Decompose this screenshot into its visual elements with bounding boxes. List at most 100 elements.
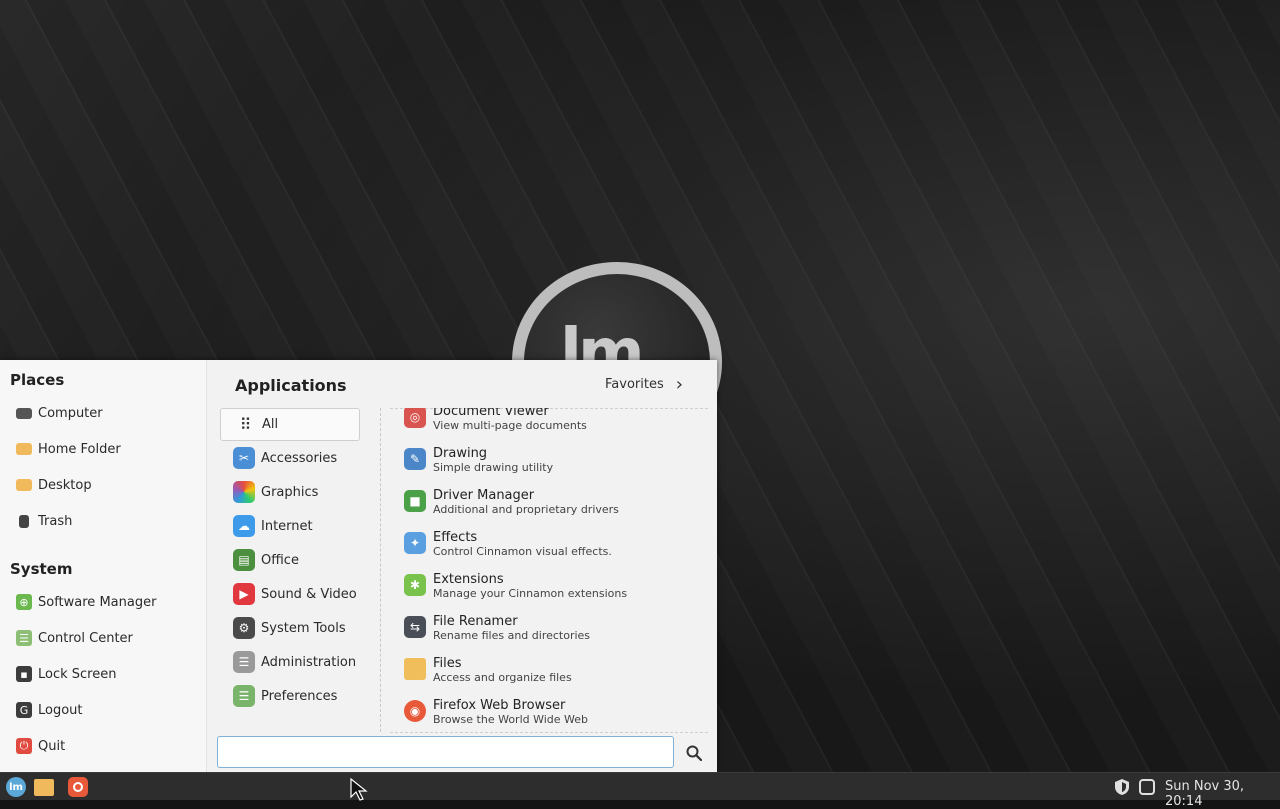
chevron-right-icon: › [675,373,683,395]
home-folder-icon [16,443,32,455]
app-name: Effects [433,530,478,545]
category-office[interactable]: ▤ Office [220,544,360,576]
category-label: Office [261,552,299,568]
places-item-computer[interactable]: Computer [16,401,103,425]
software-manager-icon: ⊕ [16,594,32,610]
desktop-folder-icon [16,479,32,491]
system-item-label: Lock Screen [38,666,117,682]
category-label: Accessories [261,450,338,466]
divider [380,408,382,732]
favorites-label: Favorites [605,377,664,392]
menu-sidebar: Places Computer Home Folder Desktop Tras… [0,360,207,772]
places-item-label: Desktop [38,477,92,493]
document-viewer-icon: ◎ [404,408,426,428]
preferences-icon: ☰ [233,685,255,707]
category-all[interactable]: ⠿ All [220,408,360,441]
app-description: Manage your Cinnamon extensions [433,587,628,600]
system-item-label: Control Center [38,630,133,646]
app-driver-manager[interactable]: ■ Driver Manager Additional and proprieta… [404,488,704,528]
category-label: Sound & Video [261,586,357,602]
category-graphics[interactable]: Graphics [220,476,360,508]
trash-icon [19,514,29,528]
category-accessories[interactable]: ✂ Accessories [220,442,360,474]
app-drawing[interactable]: ✎ Drawing Simple drawing utility [404,446,704,486]
app-firefox[interactable]: ◉ Firefox Web Browser Browse the World Wi… [404,698,704,732]
mint-menu-icon: lm [6,777,26,797]
firefox-icon: ◉ [404,700,426,722]
places-item-label: Computer [38,405,103,421]
app-name: Firefox Web Browser [433,698,566,713]
category-internet[interactable]: ☁ Internet [220,510,360,542]
firefox-icon [68,777,88,797]
divider [390,732,708,733]
category-label: Internet [261,518,313,534]
system-item-quit[interactable]: ⏻ Quit [16,734,65,758]
file-renamer-icon: ⇆ [404,616,426,638]
system-item-logout[interactable]: G Logout [16,698,83,722]
category-sound-video[interactable]: ▶ Sound & Video [220,578,360,610]
category-administration[interactable]: ☰ Administration [220,646,360,678]
firefox-launcher[interactable] [67,776,89,798]
mouse-cursor-icon [350,778,368,801]
places-item-home-folder[interactable]: Home Folder [16,437,121,461]
shield-icon[interactable] [1113,778,1131,796]
driver-manager-icon: ■ [404,490,426,512]
search-icon [686,745,702,761]
app-name: Extensions [433,572,504,587]
grid-icon: ⠿ [239,415,252,434]
app-description: Browse the World Wide Web [433,713,589,726]
category-label: Preferences [261,688,338,704]
category-label: All [262,417,279,432]
administration-icon: ☰ [233,651,255,673]
folder-icon [34,778,54,796]
system-title: System [10,560,73,578]
app-description: Access and organize files [433,671,572,684]
power-icon: ⏻ [16,738,32,754]
menu-button[interactable]: lm [5,776,27,798]
places-item-label: Home Folder [38,441,121,457]
drawing-icon: ✎ [404,448,426,470]
system-item-software-manager[interactable]: ⊕ Software Manager [16,590,156,614]
graphics-icon [233,481,255,503]
cloud-icon: ☁ [233,515,255,537]
notifications-icon[interactable] [1138,778,1156,796]
app-files[interactable]: Files Access and organize files [404,656,704,696]
places-item-trash[interactable]: Trash [16,509,72,533]
files-launcher[interactable] [33,776,55,798]
clock[interactable]: Sun Nov 30, 20:14 [1165,779,1280,809]
computer-icon [16,407,32,419]
applications-title: Applications [235,376,347,395]
category-system-tools[interactable]: ⚙ System Tools [220,612,360,644]
app-document-viewer[interactable]: ◎ Document Viewer View multi-page documen… [404,408,704,444]
app-description: View multi-page documents [433,419,587,432]
favorites-button[interactable]: Favorites › [605,373,683,395]
app-file-renamer[interactable]: ⇆ File Renamer Rename files and directori… [404,614,704,654]
search-button[interactable] [682,742,706,764]
places-title: Places [10,371,65,389]
app-description: Additional and proprietary drivers [433,503,619,516]
category-label: Graphics [261,484,319,500]
logout-icon: G [16,702,32,718]
search-input[interactable] [228,737,672,769]
system-item-label: Quit [38,738,66,754]
app-description: Rename files and directories [433,629,591,642]
category-preferences[interactable]: ☰ Preferences [220,680,360,712]
system-item-label: Software Manager [38,594,157,610]
category-label: Administration [261,654,357,670]
extensions-icon: ✱ [404,574,426,596]
app-name: File Renamer [433,614,518,629]
gear-icon: ⚙ [233,617,255,639]
effects-icon: ✦ [404,532,426,554]
app-description: Control Cinnamon visual effects. [433,545,612,558]
lock-icon: ▪ [16,666,32,682]
app-extensions[interactable]: ✱ Extensions Manage your Cinnamon extensi… [404,572,704,612]
places-item-label: Trash [38,513,73,529]
system-item-control-center[interactable]: ☰ Control Center [16,626,133,650]
search-box[interactable] [217,736,674,769]
category-label: System Tools [261,620,346,636]
folder-icon [404,658,426,680]
system-item-lock-screen[interactable]: ▪ Lock Screen [16,662,116,686]
app-effects[interactable]: ✦ Effects Control Cinnamon visual effects… [404,530,704,570]
taskbar: lm Sun Nov 30, 20:14 [0,772,1280,809]
places-item-desktop[interactable]: Desktop [16,473,92,497]
